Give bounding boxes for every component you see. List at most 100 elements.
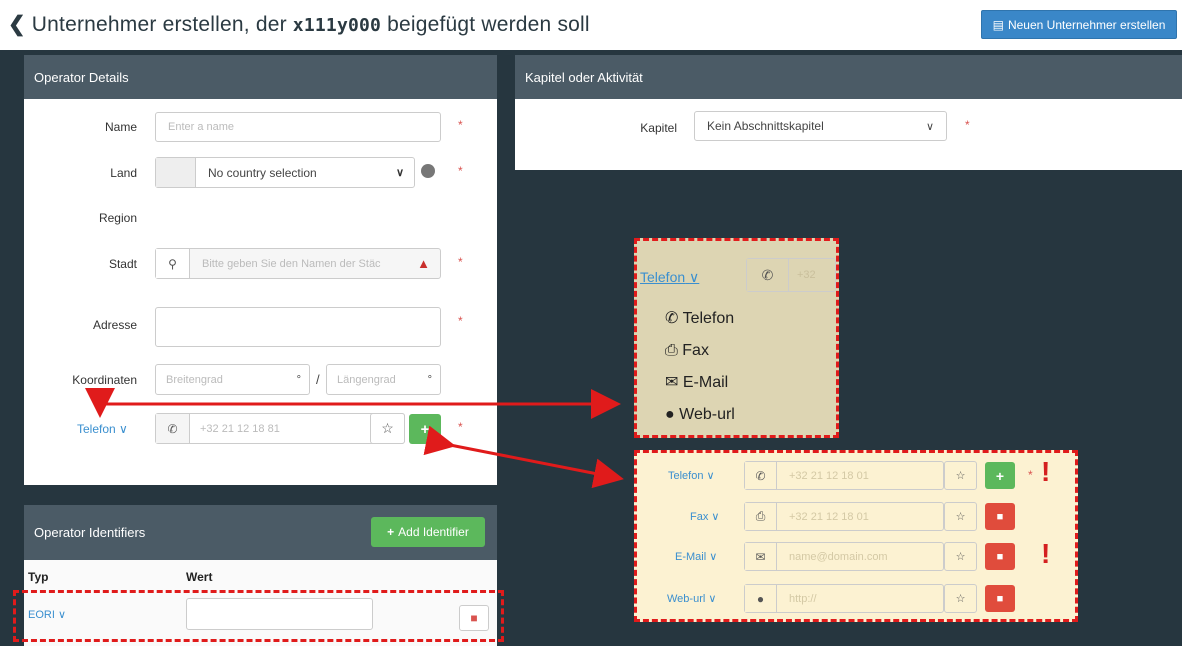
chapter-required-mark: * (965, 118, 970, 132)
contact-placeholder: +32 21 12 18 01 (789, 469, 869, 482)
delete-contact-button[interactable]: ■ (985, 503, 1015, 530)
menu-item-email[interactable]: ✉ E-Mail (665, 367, 735, 399)
contact-type-label: Web-url (667, 593, 706, 605)
top-bar: ❮ Unternehmer erstellen, der x111y000 beige… (0, 0, 1182, 50)
chevron-down-icon: ∨ (925, 120, 934, 133)
phone-icon: ✆ (665, 310, 679, 327)
phone-icon: ✆ (745, 462, 777, 489)
page-title: ❮ Unternehmer erstellen, der x111y000 beige… (8, 12, 590, 37)
phone-input[interactable]: ✆ +32 21 12 18 81 (155, 413, 405, 444)
add-contact-button[interactable]: + (985, 462, 1015, 489)
country-select[interactable]: No country selection ∨ (155, 157, 415, 188)
identifiers-value-header: Wert (186, 570, 213, 584)
globe-icon: ● (665, 406, 675, 423)
favorite-star-button[interactable]: ☆ (944, 584, 977, 613)
chapter-select[interactable]: Kein Abschnittskapitel ∨ (694, 111, 947, 141)
identifier-type-label: EORI (28, 609, 55, 621)
envelope-icon: ✉ (745, 543, 777, 570)
contact-email-input[interactable]: ✉ name@domain.com (744, 542, 944, 571)
callout-trigger-label: Telefon (640, 269, 686, 285)
globe-icon: ● (745, 585, 777, 612)
name-label: Name (104, 120, 137, 134)
phone-type-dropdown[interactable]: Telefon ∨ (77, 422, 128, 436)
contact-type-telefon[interactable]: Telefon ∨ (668, 469, 715, 482)
identifiers-type-header: Typ (28, 570, 49, 584)
title-prefix: Unternehmer erstellen, der (31, 13, 287, 36)
contact-placeholder: name@domain.com (789, 550, 888, 563)
chevron-down-icon: ∨ (708, 593, 717, 605)
add-contact-button[interactable]: + (409, 414, 441, 444)
longitude-degree: ° (427, 373, 432, 386)
phone-required-mark: * (458, 420, 463, 434)
menu-item-fax[interactable]: ⎙ Fax (665, 335, 735, 367)
warning-icon: ▲ (417, 256, 430, 271)
globe-icon[interactable] (421, 164, 435, 178)
chapter-panel-title: Kapitel oder Aktivität (515, 55, 1182, 99)
title-code: x111y000 (292, 15, 382, 36)
menu-item-web-url[interactable]: ● Web-url (665, 399, 735, 431)
add-identifier-label: Add Identifier (398, 525, 469, 539)
delete-identifier-button[interactable]: ■ (459, 605, 489, 631)
city-search-input[interactable]: ⚲ Bitte geben Sie den Namen der Stäc ▲ (155, 248, 441, 279)
country-flag-placeholder (156, 158, 196, 187)
phone-icon: ✆ (156, 414, 190, 443)
menu-item-telefon[interactable]: ✆ Telefon (665, 303, 735, 335)
contact-placeholder: +32 21 12 18 01 (789, 510, 869, 523)
trash-icon: ■ (996, 510, 1004, 523)
favorite-star-button[interactable]: ☆ (944, 502, 977, 531)
country-required-mark: * (458, 164, 463, 178)
contact-phone-input[interactable]: ✆ +32 21 12 18 01 (744, 461, 944, 490)
new-operator-button[interactable]: ▤ Neuen Unternehmer erstellen (981, 10, 1177, 39)
trash-icon: ■ (470, 611, 478, 625)
city-required-mark: * (458, 255, 463, 269)
print-icon: ▤ (992, 17, 1004, 32)
identifier-type-dropdown[interactable]: EORI ∨ (28, 608, 66, 621)
coordinates-label: Koordinaten (72, 373, 137, 387)
phone-icon: ✆ (747, 259, 789, 291)
plus-icon: + (387, 525, 395, 539)
name-input[interactable]: Enter a name (155, 112, 441, 142)
trash-icon: ■ (996, 550, 1004, 563)
latitude-degree: ° (296, 373, 301, 386)
menu-item-label: Telefon (682, 310, 735, 327)
identifier-value-input[interactable] (186, 598, 373, 630)
address-input[interactable] (155, 307, 441, 347)
chevron-down-icon: ∨ (57, 609, 67, 621)
contact-type-fax[interactable]: Fax ∨ (690, 510, 719, 523)
contact-web-url-input[interactable]: ● http:// (744, 584, 944, 613)
contact-type-email[interactable]: E-Mail ∨ (675, 550, 717, 563)
coordinate-separator: / (316, 372, 320, 387)
exclamation-mark: ! (1041, 538, 1051, 569)
menu-item-label: E-Mail (682, 374, 729, 391)
callout-phone-input[interactable]: ✆ +32 (746, 258, 836, 292)
chevron-down-icon: ∨ (706, 470, 715, 482)
chevron-down-icon: ∨ (711, 511, 720, 523)
menu-item-label: Fax (682, 342, 709, 359)
chapter-value: Kein Abschnittskapitel (707, 119, 824, 133)
back-chevron-icon[interactable]: ❮ (8, 13, 26, 36)
name-placeholder: Enter a name (168, 121, 235, 133)
contact-type-label: E-Mail (675, 551, 707, 563)
contact-type-label: Telefon (668, 470, 704, 482)
contact-fax-input[interactable]: ⎙ +32 21 12 18 01 (744, 502, 944, 531)
country-value: No country selection (208, 165, 317, 180)
identifiers-title: Operator Identifiers (34, 525, 146, 540)
city-label: Stadt (108, 257, 137, 271)
contact-type-web-url[interactable]: Web-url ∨ (667, 592, 716, 605)
longitude-input[interactable]: Längengrad ° (326, 364, 441, 395)
callout-phone-type-trigger[interactable]: Telefon ∨ (640, 269, 699, 286)
city-placeholder: Bitte geben Sie den Namen der Stäc (202, 257, 381, 270)
envelope-icon: ✉ (665, 374, 679, 391)
delete-contact-button[interactable]: ■ (985, 543, 1015, 570)
chevron-down-icon: ∨ (395, 167, 404, 179)
latitude-input[interactable]: Breitengrad ° (155, 364, 310, 395)
favorite-star-button[interactable]: ☆ (944, 542, 977, 571)
favorite-star-button[interactable]: ☆ (370, 413, 405, 444)
delete-contact-button[interactable]: ■ (985, 585, 1015, 612)
address-label: Adresse (92, 318, 137, 332)
menu-item-label: Web-url (679, 406, 735, 423)
chapter-label: Kapitel (640, 121, 677, 135)
favorite-star-button[interactable]: ☆ (944, 461, 977, 490)
type-menu: ✆ Telefon ⎙ Fax ✉ E-Mail ● Web-url (665, 303, 735, 431)
add-identifier-button[interactable]: + Add Identifier (371, 517, 485, 547)
